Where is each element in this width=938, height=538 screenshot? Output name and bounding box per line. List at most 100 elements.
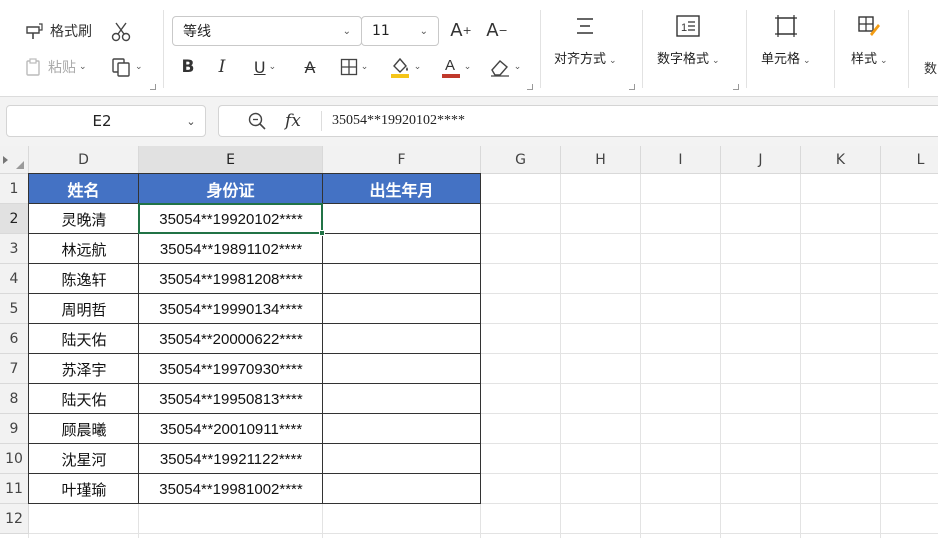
row-header-11[interactable]: 11	[0, 474, 29, 504]
birth-month-cell[interactable]	[323, 444, 481, 474]
row-header-12[interactable]: 12	[0, 504, 29, 534]
fill-color-button[interactable]: ⌄	[385, 53, 425, 81]
spreadsheet-grid[interactable]: D E F G H I J K L 1 2 3 4 5 6 7 8 9 10 11 12 姓名 身份证 出生年月 灵晚清 3505…	[0, 146, 938, 538]
styles-button[interactable]: 样式 ⌄	[851, 14, 888, 67]
select-all-corner[interactable]	[0, 146, 29, 174]
row-header-5[interactable]: 5	[0, 294, 29, 324]
borders-button[interactable]: ⌄	[336, 55, 372, 79]
format-painter-button[interactable]: 格式刷	[24, 20, 92, 42]
row-header-10[interactable]: 10	[0, 444, 29, 474]
row-header-3[interactable]: 3	[0, 234, 29, 264]
id-cell[interactable]: 35054**19920102****	[139, 204, 323, 234]
column-header-l[interactable]: L	[881, 146, 938, 174]
table-header-cell[interactable]: 姓名	[29, 174, 138, 203]
chevron-down-icon: ⌄	[342, 25, 351, 37]
column-header-d[interactable]: D	[29, 146, 139, 174]
formula-value[interactable]: 35054**19920102****	[332, 113, 465, 129]
underline-button[interactable]: U ⌄	[248, 55, 282, 79]
birth-month-cell[interactable]	[323, 414, 481, 444]
row-header-7[interactable]: 7	[0, 354, 29, 384]
name-cell[interactable]: 沈星河	[29, 444, 139, 474]
column-header-h[interactable]: H	[561, 146, 641, 174]
svg-text:1: 1	[681, 22, 687, 34]
decrease-font-icon[interactable]: A −	[486, 18, 508, 42]
id-cell[interactable]: 35054**19981208****	[139, 264, 323, 294]
gridline	[29, 533, 938, 534]
birth-month-cell[interactable]	[323, 384, 481, 414]
chevron-down-icon: ⌄	[463, 62, 472, 72]
clear-button[interactable]: ⌄	[486, 55, 524, 79]
font-name-select[interactable]: 等线 ⌄	[172, 16, 362, 46]
dialog-launcher-icon[interactable]	[629, 84, 635, 90]
id-cell[interactable]: 35054**19981002****	[139, 474, 323, 504]
birth-month-cell[interactable]	[323, 234, 481, 264]
zoom-icon[interactable]	[247, 111, 271, 131]
id-cell[interactable]: 35054**19950813****	[139, 384, 323, 414]
align-label: 对齐方式	[554, 52, 607, 67]
bold-icon[interactable]: B	[178, 55, 198, 79]
name-cell[interactable]: 陆天佑	[29, 324, 139, 354]
function-icon[interactable]: fx	[285, 111, 309, 131]
styles-label: 样式	[851, 52, 878, 67]
name-cell[interactable]: 陈逸轩	[29, 264, 139, 294]
column-header-k[interactable]: K	[801, 146, 881, 174]
row-header-9[interactable]: 9	[0, 414, 29, 444]
corner-triangle-icon	[16, 161, 24, 169]
italic-icon[interactable]: I	[212, 55, 232, 79]
table-header-cell[interactable]: 出生年月	[323, 174, 480, 203]
birth-month-cell[interactable]	[323, 204, 481, 234]
name-cell[interactable]: 灵晚清	[29, 204, 139, 234]
table-header-cell[interactable]: 身份证	[139, 174, 322, 203]
name-cell[interactable]: 林远航	[29, 234, 139, 264]
row-header-2[interactable]: 2	[0, 204, 29, 234]
font-size-select[interactable]: 11 ⌄	[361, 16, 439, 46]
row-header-1[interactable]: 1	[0, 174, 29, 204]
ribbon-cutoff-label[interactable]: 数	[924, 58, 937, 77]
column-header-j[interactable]: J	[721, 146, 801, 174]
name-cell[interactable]: 叶瑾瑜	[29, 474, 139, 504]
birth-month-cell[interactable]	[323, 324, 481, 354]
row-header-4[interactable]: 4	[0, 264, 29, 294]
column-header-f[interactable]: F	[323, 146, 481, 174]
name-cell[interactable]: 苏泽宇	[29, 354, 139, 384]
id-cell[interactable]: 35054**19891102****	[139, 234, 323, 264]
name-cell[interactable]: 顾晨曦	[29, 414, 139, 444]
align-button[interactable]: 对齐方式 ⌄	[554, 14, 617, 67]
column-header-g[interactable]: G	[481, 146, 561, 174]
row-header-8[interactable]: 8	[0, 384, 29, 414]
name-box[interactable]: E2 ⌄	[6, 105, 206, 137]
chevron-down-icon: ⌄	[268, 62, 277, 72]
birth-month-cell[interactable]	[323, 474, 481, 504]
cut-icon[interactable]	[108, 20, 134, 44]
borders-icon	[340, 58, 358, 76]
column-header-i[interactable]: I	[641, 146, 721, 174]
name-cell[interactable]: 陆天佑	[29, 384, 139, 414]
dialog-launcher-icon[interactable]	[527, 84, 533, 90]
format-painter-icon	[24, 21, 46, 41]
number-format-button[interactable]: 1 数字格式 ⌄	[657, 14, 720, 67]
id-cell[interactable]: 35054**20000622****	[139, 324, 323, 354]
name-cell[interactable]: 周明哲	[29, 294, 139, 324]
strikethrough-icon[interactable]: A	[298, 55, 322, 79]
font-color-button[interactable]: A ⌄	[436, 53, 476, 81]
birth-month-cell[interactable]	[323, 264, 481, 294]
id-cell[interactable]: 35054**19990134****	[139, 294, 323, 324]
row-header-6[interactable]: 6	[0, 324, 29, 354]
birth-month-cell[interactable]	[323, 354, 481, 384]
paste-button[interactable]: 粘贴 ⌄	[24, 56, 87, 78]
cells-button[interactable]: 单元格 ⌄	[761, 14, 811, 67]
column-header-e[interactable]: E	[139, 146, 323, 174]
chevron-down-icon: ⌄	[513, 62, 522, 72]
id-cell[interactable]: 35054**20010911****	[139, 414, 323, 444]
birth-month-cell[interactable]	[323, 294, 481, 324]
dialog-launcher-icon[interactable]	[733, 84, 739, 90]
copy-button[interactable]: ⌄	[110, 56, 143, 78]
formula-input-area[interactable]: fx 35054**19920102****	[218, 105, 938, 137]
dialog-launcher-icon[interactable]	[150, 84, 156, 90]
increase-font-icon[interactable]: A +	[450, 18, 472, 42]
font-color-icon: A	[441, 55, 461, 79]
id-cell[interactable]: 35054**19970930****	[139, 354, 323, 384]
name-box-value: E2	[92, 112, 112, 130]
id-cell[interactable]: 35054**19921122****	[139, 444, 323, 474]
chevron-down-icon[interactable]: ⌄	[177, 115, 205, 128]
